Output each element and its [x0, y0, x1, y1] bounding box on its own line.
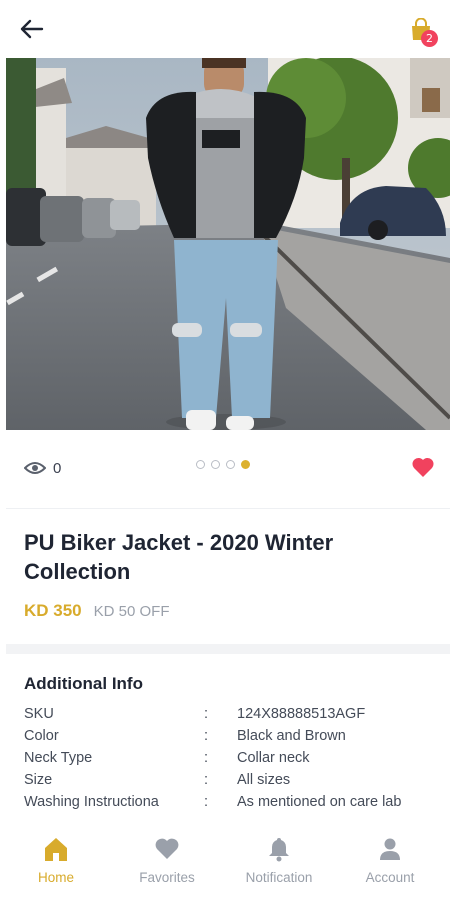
carousel-dot[interactable]	[211, 460, 220, 469]
product-price: KD 350	[24, 601, 82, 620]
info-row-sku: SKU : 124X88888513AGF	[24, 706, 434, 728]
heart-icon	[155, 838, 179, 859]
additional-info-title: Additional Info	[24, 674, 143, 693]
info-separator: :	[204, 728, 209, 744]
nav-account[interactable]: Account	[335, 836, 445, 885]
eye-icon	[24, 462, 46, 474]
nav-label: Favorites	[139, 870, 195, 885]
nav-favorites[interactable]: Favorites	[112, 836, 222, 885]
info-value: Collar neck	[237, 750, 310, 766]
user-icon	[380, 838, 400, 860]
favorite-button[interactable]	[411, 456, 435, 478]
cart-button[interactable]: 2	[408, 16, 440, 48]
bottom-nav: Home Favorites Notification Account	[0, 828, 455, 890]
info-row-washing: Washing Instructiona : As mentioned on c…	[24, 794, 434, 816]
additional-info-table: SKU : 124X88888513AGF Color : Black and …	[24, 706, 434, 816]
bell-icon	[269, 838, 289, 862]
nav-label: Account	[365, 870, 415, 885]
info-value: All sizes	[237, 772, 291, 788]
nav-home[interactable]: Home	[1, 836, 111, 885]
info-separator: :	[204, 794, 209, 810]
price-row: KD 350 KD 50 OFF	[24, 601, 170, 621]
info-row-size: Size : All sizes	[24, 772, 434, 794]
carousel-dot[interactable]	[241, 460, 250, 469]
info-value: As mentioned on care lab	[237, 794, 402, 810]
back-button[interactable]	[18, 16, 46, 42]
nav-label: Notification	[245, 870, 313, 885]
carousel-indicators	[196, 460, 250, 469]
info-label: SKU	[24, 706, 54, 722]
info-label: Size	[24, 772, 53, 788]
arrow-left-icon	[20, 19, 44, 39]
views-counter: 0	[24, 458, 61, 478]
product-image-carousel[interactable]	[6, 58, 450, 430]
divider	[6, 508, 450, 509]
info-label: Color	[24, 728, 59, 744]
section-divider	[6, 644, 450, 654]
info-label: Neck Type	[24, 750, 93, 766]
top-bar: 2	[0, 0, 455, 58]
heart-icon	[412, 457, 434, 477]
info-value: Black and Brown	[237, 728, 346, 744]
product-meta-row: 0	[0, 448, 455, 488]
carousel-dot[interactable]	[196, 460, 205, 469]
carousel-dot[interactable]	[226, 460, 235, 469]
nav-notification[interactable]: Notification	[224, 836, 334, 885]
product-title: PU Biker Jacket - 2020 Winter Collection	[24, 530, 334, 584]
info-separator: :	[204, 750, 209, 766]
info-value: 124X88888513AGF	[237, 706, 366, 722]
info-separator: :	[204, 772, 209, 788]
nav-label: Home	[37, 870, 74, 885]
info-label: Washing Instructiona	[24, 794, 159, 810]
views-count: 0	[53, 459, 62, 477]
info-row-neck-type: Neck Type : Collar neck	[24, 750, 434, 772]
cart-count-badge: 2	[421, 30, 438, 47]
product-discount: KD 50 OFF	[93, 603, 170, 620]
home-icon	[45, 838, 67, 861]
info-separator: :	[204, 706, 209, 722]
product-photo	[6, 58, 450, 430]
info-row-color: Color : Black and Brown	[24, 728, 434, 750]
